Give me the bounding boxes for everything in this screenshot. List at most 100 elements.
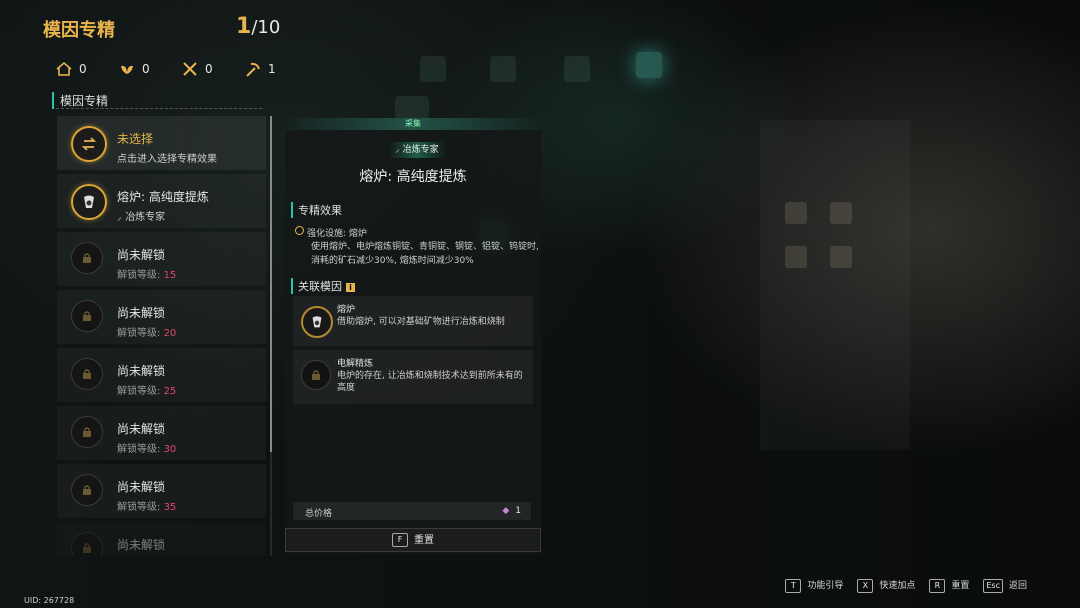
stat-crafting-value: 0 [205,62,213,76]
bg-slot [785,246,807,268]
slot-unlock-level: 解锁等级: 35 [117,498,176,513]
crystal-icon: ◆ [502,506,510,516]
reset-button[interactable]: F 重置 [285,528,541,552]
lock-icon [71,242,103,274]
unlock-level-value: 25 [163,386,177,397]
slot-locked-35[interactable]: 尚未解锁 解锁等级: 35 [57,464,266,518]
bg-tree-node-active [636,52,662,78]
effect-title: 强化设施: 熔炉 [307,229,367,239]
stat-farming: 0 [118,60,181,78]
unlock-label: 解锁等级: [117,502,161,513]
unlock-label: 解锁等级: [117,328,161,339]
unlock-level-value: 35 [163,502,177,513]
slot-title: 尚未解锁 [117,306,166,320]
reset-label: 重置 [414,535,434,546]
unlock-label: 解锁等级: [117,444,161,455]
price-value-wrap: ◆ 1 [502,506,521,516]
info-icon[interactable]: i [346,282,355,292]
swap-icon [71,126,107,162]
stat-building: 0 [55,60,118,78]
hint-back[interactable]: Esc 返回 [983,578,1027,593]
leaf-icon [121,65,133,74]
scrollbar-thumb[interactable] [270,116,272,452]
slot-unlock-level: 解锁等级: 25 [117,382,176,397]
stat-building-value: 0 [79,62,87,76]
bg-tree-node [420,56,446,82]
bg-slot [785,202,807,224]
effect-heading: 专精效果 [291,202,342,218]
lock-icon [71,300,103,332]
lock-icon [301,360,331,390]
hint-guide[interactable]: T 功能引导 [785,578,843,593]
detail-badge: ⸝ 冶炼专家 [388,142,446,158]
slot-locked-25[interactable]: 尚未解锁 解锁等级: 25 [57,348,266,402]
bg-slot [830,202,852,224]
price-value: 1 [515,506,521,516]
slot-title: 尚未解锁 [117,422,166,436]
effect-box: 强化设施: 熔炉 使用熔炉、电炉熔炼铜锭、青铜锭、钢锭、铝锭、钨锭时, 消耗的矿… [293,221,539,275]
lock-icon [71,358,103,390]
effect-description: 使用熔炉、电炉熔炼铜锭、青铜锭、钢锭、铝锭、钨锭时, 消耗的矿石减少30%, 熔… [311,242,539,266]
slot-title: 尚未解锁 [117,538,166,552]
key-hint: R [929,578,946,593]
lock-icon [71,532,103,556]
unlock-label: 解锁等级: [117,386,161,397]
counter-current: 1 [236,14,252,39]
slot-locked-20[interactable]: 尚未解锁 解锁等级: 20 [57,290,266,344]
slot-unselected[interactable]: 未选择 点击进入选择专精效果 [57,116,266,170]
stat-farming-value: 0 [142,62,150,76]
slot-title: 熔炉: 高纯度提炼 [117,190,209,204]
counter-total: /10 [251,17,281,38]
pickaxe-icon: ⸝ [117,212,126,223]
slot-subtitle-text: 冶炼专家 [125,212,166,223]
key-hint: T [785,578,802,593]
slot-subtitle: ⸝ 冶炼专家 [117,208,165,223]
bg-tree-node [564,56,590,82]
unlock-level-value: 15 [163,270,177,281]
hint-label: 返回 [1008,581,1027,591]
bg-slot [830,246,852,268]
specialization-list[interactable]: 未选择 点击进入选择专精效果 熔炉: 高纯度提炼 ⸝ 冶炼专家 尚未解锁 解锁等… [57,116,266,556]
slot-unlock-level: 解锁等级: 15 [117,266,176,281]
footer-hints: T 功能引导 X 快速加点 R 重置 Esc 返回 [785,578,1027,593]
slot-title: 未选择 [117,132,154,146]
specialization-counter: 1/10 [236,14,280,39]
gene-name: 电解精炼 [337,359,374,369]
slot-locked-15[interactable]: 尚未解锁 解锁等级: 15 [57,232,266,286]
lock-icon [71,416,103,448]
detail-badge-text: 冶炼专家 [402,145,439,155]
gene-description: 借助熔炉, 可以对基础矿物进行冶炼和烧制 [337,317,505,327]
detail-category: 采集 [285,118,541,130]
price-label: 总价格 [305,509,333,519]
effect-bullet-icon [295,226,304,235]
gene-card-electrolytic[interactable]: 电解精炼 电炉的存在, 让冶炼和烧制技术达到前所未有的高度 [293,350,533,404]
stat-gathering: 1 [244,60,307,78]
detail-name: 熔炉: 高纯度提炼 [359,169,467,185]
slot-title: 尚未解锁 [117,248,166,262]
stat-gathering-value: 1 [268,62,276,76]
slot-unlock-level: 解锁等级: 20 [117,324,176,339]
hint-label: 功能引导 [807,581,844,591]
gene-description: 电炉的存在, 让冶炼和烧制技术达到前所未有的高度 [337,371,523,393]
unlock-level-value: 20 [163,328,177,339]
slot-subtitle: 点击进入选择专精效果 [117,154,217,165]
furnace-icon [71,184,107,220]
hint-quick-assign[interactable]: X 快速加点 [857,578,915,593]
genes-heading-text: 关联模因 [298,280,342,293]
list-scrollbar[interactable] [270,116,272,556]
bg-tree-node [490,56,516,82]
hint-reset[interactable]: R 重置 [929,578,969,593]
slot-title: 尚未解锁 [117,480,166,494]
key-hint: F [392,533,408,547]
key-hint: X [857,578,874,593]
gene-card-furnace[interactable]: 熔炉 借助熔炉, 可以对基础矿物进行冶炼和烧制 [293,296,533,346]
pickaxe-icon: ⸝ [395,145,403,155]
user-id: UID: 267728 [24,596,75,605]
hint-label: 重置 [951,581,970,591]
slot-furnace-refining[interactable]: 熔炉: 高纯度提炼 ⸝ 冶炼专家 [57,174,266,228]
slot-locked-30[interactable]: 尚未解锁 解锁等级: 30 [57,406,266,460]
tools-icon [183,62,197,76]
unlock-level-value: 30 [163,444,177,455]
slot-locked-partial[interactable]: 尚未解锁 [57,522,266,556]
house-icon [56,61,72,76]
